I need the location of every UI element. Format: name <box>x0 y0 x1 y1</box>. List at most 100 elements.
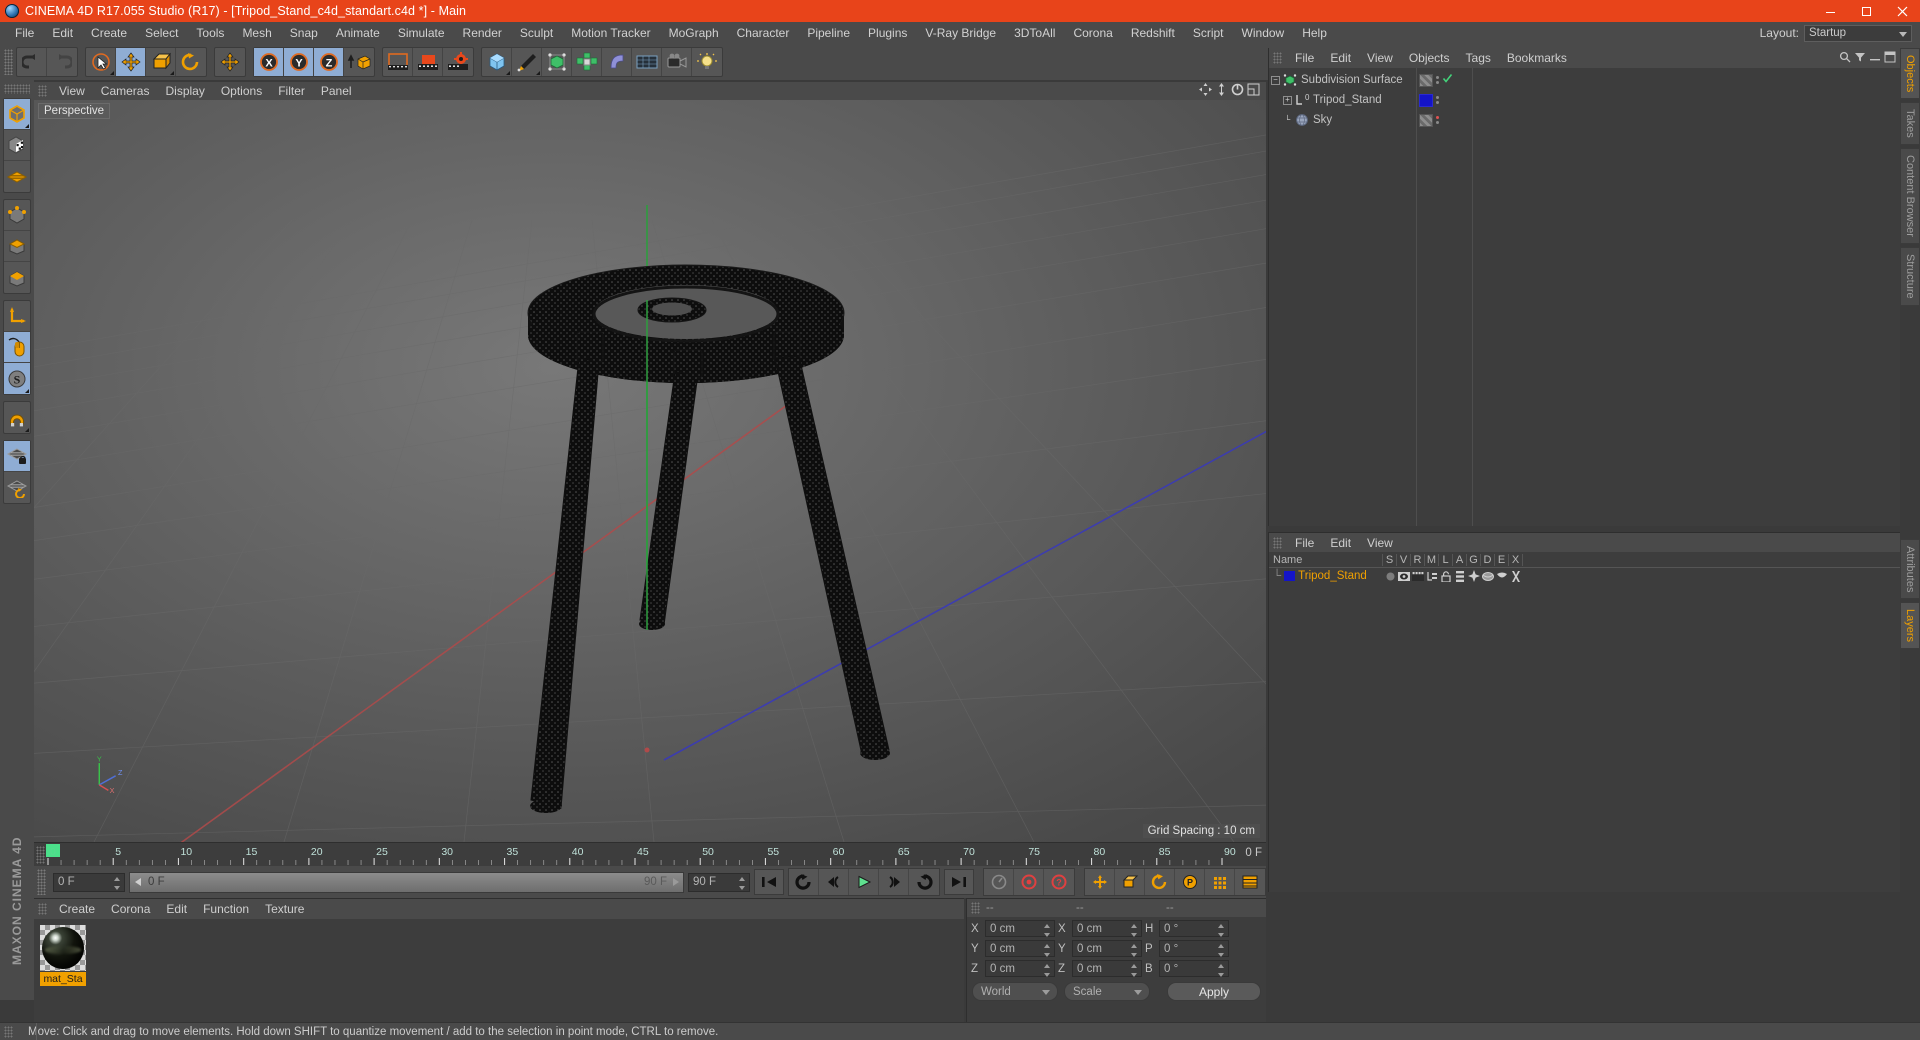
material-menu-texture[interactable]: Texture <box>257 901 312 917</box>
autokey-red-button[interactable]: ? <box>1044 869 1074 895</box>
point-level-animation-toggle[interactable] <box>1205 869 1235 895</box>
menu-plugins[interactable]: Plugins <box>859 24 916 42</box>
deformer-icon[interactable] <box>1481 571 1495 582</box>
material-tag-icon[interactable] <box>1419 73 1433 87</box>
world-coordinate-toggle[interactable] <box>215 48 245 76</box>
manager-icon[interactable] <box>1425 571 1439 581</box>
rot-h-field[interactable]: 0 ° <box>1159 920 1229 937</box>
object-menu-bookmarks[interactable]: Bookmarks <box>1499 50 1575 66</box>
minimize-icon[interactable] <box>1812 0 1848 22</box>
object-world-toggle[interactable] <box>344 48 374 76</box>
object-row-subdivision-surface[interactable]: − Subdivision Surface <box>1269 70 1416 90</box>
object-menu-edit[interactable]: Edit <box>1322 50 1359 66</box>
object-row-tripod-stand[interactable]: + 0 Tripod_Stand <box>1269 90 1416 110</box>
menu-redshift[interactable]: Redshift <box>1122 24 1184 42</box>
enabled-check-icon[interactable] <box>1442 73 1453 87</box>
select-tool[interactable] <box>86 48 116 76</box>
add-deformer-button[interactable] <box>602 48 632 76</box>
layout-dropdown[interactable]: Startup <box>1804 24 1912 42</box>
size-y-stepper[interactable] <box>1131 944 1138 957</box>
rotate-tool[interactable] <box>176 48 206 76</box>
object-menu-objects[interactable]: Objects <box>1401 50 1458 66</box>
scrub-handle-left-icon[interactable] <box>134 877 143 887</box>
time-slider[interactable]: 0 F 90 F <box>129 871 684 893</box>
maximize-view-icon[interactable] <box>1247 83 1260 99</box>
pos-x-field[interactable]: 0 cm <box>985 920 1055 937</box>
keyframe-rotation-toggle[interactable] <box>1145 869 1175 895</box>
layer-menu-edit[interactable]: Edit <box>1322 535 1359 551</box>
object-menu-tags[interactable]: Tags <box>1458 50 1499 66</box>
keyframe-scale-toggle[interactable] <box>1115 869 1145 895</box>
previous-keyframe-button[interactable] <box>819 869 849 895</box>
size-z-field[interactable]: 0 cm <box>1072 960 1142 977</box>
menu-pipeline[interactable]: Pipeline <box>798 24 859 42</box>
menu-render[interactable]: Render <box>454 24 511 42</box>
xref-icon[interactable] <box>1509 570 1523 582</box>
lock-y-axis[interactable]: Y <box>284 48 314 76</box>
visibility-dots-icon[interactable] <box>1436 96 1439 104</box>
menu-mograph[interactable]: MoGraph <box>660 24 728 42</box>
undo-button[interactable] <box>17 48 47 76</box>
lock-workplane[interactable] <box>4 441 30 472</box>
menu-sculpt[interactable]: Sculpt <box>511 24 562 42</box>
visibility-dots-icon[interactable] <box>1436 76 1439 84</box>
menu-snap[interactable]: Snap <box>281 24 327 42</box>
layer-manager-grip[interactable] <box>1273 536 1282 549</box>
object-menu-view[interactable]: View <box>1359 50 1401 66</box>
material-menu-function[interactable]: Function <box>195 901 257 917</box>
expand-expander-icon[interactable]: + <box>1283 95 1292 105</box>
workplane-rotate[interactable] <box>4 472 30 503</box>
viewport-menu-view[interactable]: View <box>51 83 93 99</box>
side-tab-structure[interactable]: Structure <box>1900 246 1920 306</box>
perspective-viewport[interactable]: Perspective Y Z X Grid Spacing: 10 cm <box>34 100 1266 842</box>
menu-tools[interactable]: Tools <box>187 24 233 42</box>
size-x-stepper[interactable] <box>1131 924 1138 937</box>
go-to-start-button[interactable] <box>754 869 784 895</box>
pos-y-field[interactable]: 0 cm <box>985 940 1055 957</box>
menu-motion-tracker[interactable]: Motion Tracker <box>562 24 659 42</box>
play-forward-button[interactable] <box>849 869 879 895</box>
transform-mode-dropdown[interactable]: Scale <box>1064 982 1150 1001</box>
menu-help[interactable]: Help <box>1293 24 1336 42</box>
menu-3dtoall[interactable]: 3DToAll <box>1005 24 1064 42</box>
add-scene-button[interactable] <box>632 48 662 76</box>
animation-toolbar-grip[interactable] <box>37 869 46 895</box>
menu-character[interactable]: Character <box>728 24 799 42</box>
search-icon[interactable] <box>1839 51 1851 66</box>
lock-x-axis[interactable]: X <box>254 48 284 76</box>
record-keyframe-button[interactable] <box>1014 869 1044 895</box>
scrub-handle-right-icon[interactable] <box>671 877 680 887</box>
pos-y-stepper[interactable] <box>1044 944 1051 957</box>
rotate-view-icon[interactable] <box>1231 83 1244 99</box>
animation-icon[interactable] <box>1453 570 1467 582</box>
pos-x-stepper[interactable] <box>1044 924 1051 937</box>
keyframe-parameter-toggle[interactable]: P <box>1175 869 1205 895</box>
enable-snapping[interactable]: S <box>4 363 30 394</box>
material-item[interactable]: mat_Sta <box>40 925 86 986</box>
visibility-dots-icon[interactable] <box>1436 116 1439 124</box>
object-manager-empty-area[interactable] <box>1473 68 1900 526</box>
solo-dot-icon[interactable] <box>1383 572 1397 581</box>
rot-p-stepper[interactable] <box>1218 944 1225 957</box>
points-mode[interactable] <box>4 200 30 231</box>
left-toolbar-grip[interactable] <box>4 84 30 94</box>
move-tool[interactable] <box>116 48 146 76</box>
add-camera-button[interactable] <box>662 48 692 76</box>
edges-mode[interactable] <box>4 231 30 262</box>
layer-menu-view[interactable]: View <box>1359 535 1401 551</box>
dolly-view-icon[interactable] <box>1215 83 1228 99</box>
menu-mesh[interactable]: Mesh <box>233 24 280 42</box>
keyframe-position-toggle[interactable] <box>1085 869 1115 895</box>
end-frame-field[interactable]: 90 F <box>688 872 750 892</box>
menu-select[interactable]: Select <box>136 24 187 42</box>
close-icon[interactable] <box>1884 0 1920 22</box>
expression-icon[interactable] <box>1495 572 1509 581</box>
menu-window[interactable]: Window <box>1233 24 1294 42</box>
apply-button[interactable]: Apply <box>1167 982 1261 1001</box>
add-spline-button[interactable] <box>512 48 542 76</box>
render-view-button[interactable] <box>383 48 413 76</box>
viewport-menu-display[interactable]: Display <box>157 83 212 99</box>
pos-z-field[interactable]: 0 cm <box>985 960 1055 977</box>
current-frame-field[interactable]: 0 F <box>53 872 125 892</box>
add-light-button[interactable] <box>692 48 722 76</box>
